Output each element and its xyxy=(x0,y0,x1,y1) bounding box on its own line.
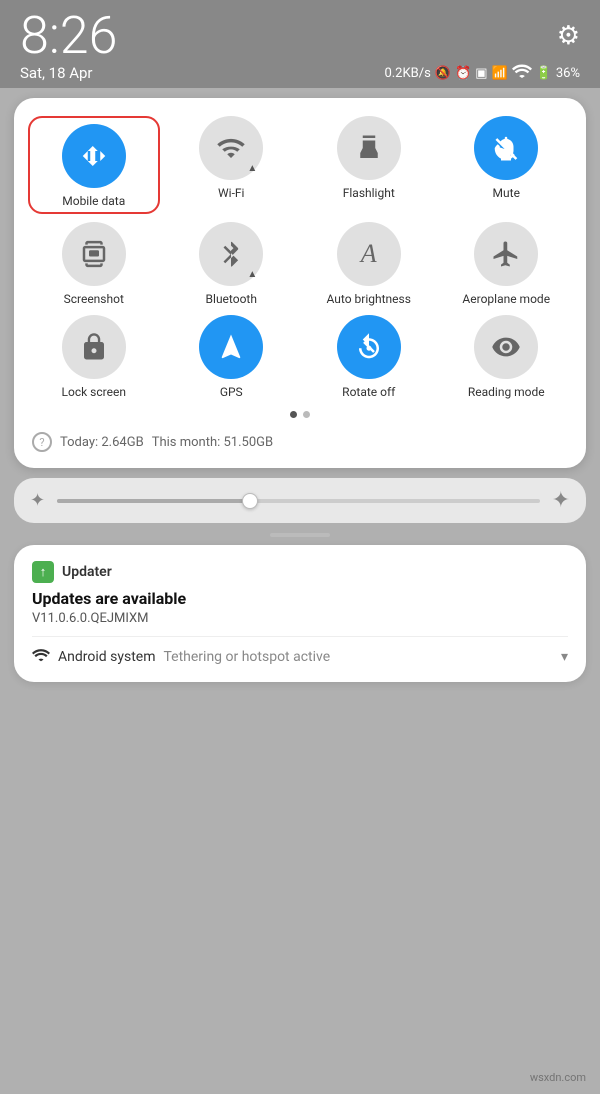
brightness-bar[interactable]: ✦ ✦ xyxy=(14,478,586,523)
aeroplane-label: Aeroplane mode xyxy=(462,292,550,306)
updater-icon: ↑ xyxy=(32,561,54,583)
status-bar: 8:26 ⚙ Sat, 18 Apr 0.2KB/s 🔕 ⏰ ▣ 📶 🔋 36% xyxy=(0,0,600,88)
battery-percent: 36% xyxy=(556,66,580,81)
tile-mobile-data[interactable]: Mobile data xyxy=(28,116,160,214)
scroll-indicator xyxy=(0,533,600,537)
mute-icon: 🔕 xyxy=(435,66,451,81)
tile-mute[interactable]: Mute xyxy=(441,116,573,214)
wifi-status-icon xyxy=(512,64,532,82)
gps-icon xyxy=(199,315,263,379)
notif-secondary[interactable]: Android system Tethering or hotspot acti… xyxy=(32,647,568,666)
mobile-data-icon xyxy=(62,124,126,188)
battery-icon: 🔋 xyxy=(536,66,552,81)
tile-aeroplane[interactable]: Aeroplane mode xyxy=(441,222,573,306)
screenshot-icon xyxy=(62,222,126,286)
tiles-grid: Mobile data ▲ Wi-Fi Flashlight xyxy=(28,116,572,399)
tile-wifi[interactable]: ▲ Wi-Fi xyxy=(166,116,298,214)
auto-brightness-icon: A xyxy=(337,222,401,286)
rotate-off-label: Rotate off xyxy=(342,385,395,399)
sim-icon: ▣ xyxy=(475,66,487,81)
reading-mode-icon xyxy=(474,315,538,379)
wifi-arrow: ▲ xyxy=(247,163,257,174)
scroll-handle xyxy=(270,533,330,537)
tile-screenshot[interactable]: Screenshot xyxy=(28,222,160,306)
data-usage-icon: ? xyxy=(32,432,52,452)
lock-icon xyxy=(62,315,126,379)
auto-brightness-label: Auto brightness xyxy=(327,292,411,306)
brightness-track[interactable] xyxy=(57,499,539,503)
brightness-low-icon: ✦ xyxy=(30,490,45,511)
date: Sat, 18 Apr xyxy=(20,64,93,82)
watermark: wsxdn.com xyxy=(530,1071,586,1084)
status-icons: 0.2KB/s 🔕 ⏰ ▣ 📶 🔋 36% xyxy=(384,64,580,82)
alarm-icon: ⏰ xyxy=(455,66,471,81)
wifi-icon: ▲ xyxy=(199,116,263,180)
tile-bluetooth[interactable]: ▲ Bluetooth xyxy=(166,222,298,306)
tile-lock-screen[interactable]: Lock screen xyxy=(28,315,160,399)
clock: 8:26 xyxy=(20,10,117,62)
bluetooth-icon: ▲ xyxy=(199,222,263,286)
dot-2 xyxy=(303,411,310,418)
tile-rotate-off[interactable]: Rotate off xyxy=(303,315,435,399)
mobile-data-label: Mobile data xyxy=(62,194,125,208)
signal-icon: 📶 xyxy=(491,66,507,81)
today-usage: Today: 2.64GB xyxy=(60,435,144,450)
wifi-label: Wi-Fi xyxy=(218,186,244,200)
notif-header: ↑ Updater xyxy=(32,561,568,583)
brightness-high-icon: ✦ xyxy=(552,488,570,513)
android-system-icon xyxy=(32,647,50,666)
mute-tile-icon xyxy=(474,116,538,180)
bluetooth-arrow: ▲ xyxy=(247,269,257,280)
notif-title: Updates are available xyxy=(32,589,568,608)
flashlight-icon xyxy=(337,116,401,180)
android-system-label: Android system xyxy=(58,649,155,665)
speed-indicator: 0.2KB/s xyxy=(384,66,430,81)
screenshot-label: Screenshot xyxy=(64,292,124,306)
tile-reading-mode[interactable]: Reading mode xyxy=(441,315,573,399)
aeroplane-icon xyxy=(474,222,538,286)
pagination-dots xyxy=(28,411,572,418)
tile-auto-brightness[interactable]: A Auto brightness xyxy=(303,222,435,306)
updater-notification[interactable]: ↑ Updater Updates are available V11.0.6.… xyxy=(14,545,586,682)
brightness-fill xyxy=(57,499,250,503)
data-usage-row: ? Today: 2.64GB This month: 51.50GB xyxy=(28,426,572,454)
tile-gps[interactable]: GPS xyxy=(166,315,298,399)
brightness-thumb[interactable] xyxy=(242,493,258,509)
month-usage: This month: 51.50GB xyxy=(152,435,273,450)
rotate-icon xyxy=(337,315,401,379)
updater-app-name: Updater xyxy=(62,564,112,580)
gps-label: GPS xyxy=(220,385,243,399)
notif-chevron-icon[interactable]: ▾ xyxy=(561,649,568,665)
notif-body: V11.0.6.0.QEJMIXM xyxy=(32,611,568,626)
lock-screen-label: Lock screen xyxy=(62,385,126,399)
dot-1 xyxy=(290,411,297,418)
tethering-text: Tethering or hotspot active xyxy=(163,649,330,665)
quick-panel: Mobile data ▲ Wi-Fi Flashlight xyxy=(14,98,586,468)
mute-label: Mute xyxy=(493,186,520,200)
settings-icon[interactable]: ⚙ xyxy=(557,21,580,51)
flashlight-label: Flashlight xyxy=(343,186,395,200)
tile-flashlight[interactable]: Flashlight xyxy=(303,116,435,214)
notif-divider xyxy=(32,636,568,637)
reading-mode-label: Reading mode xyxy=(468,385,545,399)
bluetooth-label: Bluetooth xyxy=(206,292,257,306)
